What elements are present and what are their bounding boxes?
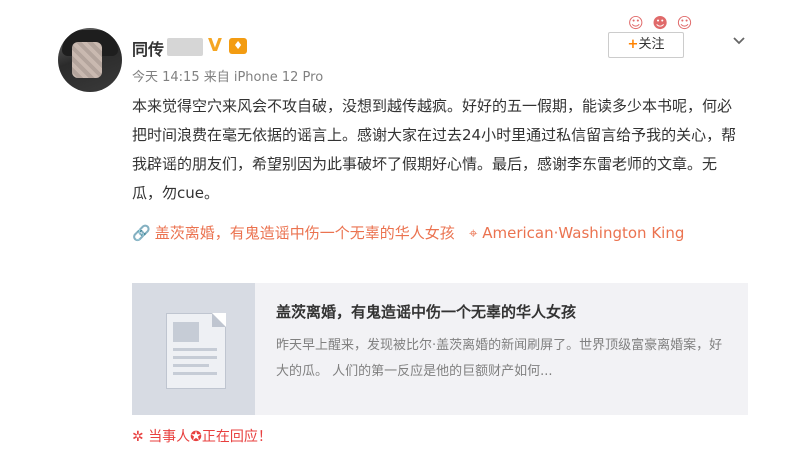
document-icon <box>166 313 226 389</box>
avatar[interactable] <box>58 28 122 92</box>
link-icon: 🔗 <box>132 224 151 242</box>
topic-line: 🔗 盖茨离婚，有鬼造谣中伤一个无辜的华人女孩 ⌖ American·Washing… <box>132 219 742 248</box>
replying-label: 当事人✪正在回应！ <box>148 429 272 445</box>
username[interactable]: 同传 <box>132 36 164 60</box>
follow-button[interactable]: +关注 <box>608 32 684 58</box>
sparkle-icon: ✲ <box>132 429 144 445</box>
replying-status[interactable]: ✲ 当事人✪正在回应！ <box>132 426 272 446</box>
article-card[interactable]: 盖茨离婚，有鬼造谣中伤一个无辜的华人女孩 昨天早上醒来，发现被比尔·盖茨离婚的新… <box>132 283 748 415</box>
chevron-down-icon[interactable] <box>732 34 746 50</box>
username-redaction <box>167 38 203 56</box>
article-description: 昨天早上醒来，发现被比尔·盖茨离婚的新闻刷屏了。世界顶级富豪离婚案，好大的瓜。 … <box>276 338 723 379</box>
follow-label: 关注 <box>638 37 665 52</box>
location-link[interactable]: American·Washington King <box>482 224 684 242</box>
post-content: 本来觉得空穴来风会不攻自破，没想到越传越疯。好好的五一假期，能读多少本书呢，何必… <box>132 97 737 202</box>
follow-plus: + <box>627 37 639 52</box>
article-title: 盖茨离婚，有鬼造谣中伤一个无辜的华人女孩 <box>276 303 577 321</box>
location-pin-icon: ⌖ <box>469 224 478 242</box>
topic-link[interactable]: 盖茨离婚，有鬼造谣中伤一个无辜的华人女孩 <box>155 224 455 242</box>
post-meta: 今天 14:15 来自 iPhone 12 Pro <box>132 70 324 85</box>
verified-badge-icon: V <box>208 35 222 56</box>
vip-icon: ♦ <box>229 38 247 54</box>
avatar-blurred-face <box>72 42 102 78</box>
article-thumbnail <box>132 283 255 415</box>
emoji-decoration: ☺ ☻ ☺ <box>628 14 695 32</box>
